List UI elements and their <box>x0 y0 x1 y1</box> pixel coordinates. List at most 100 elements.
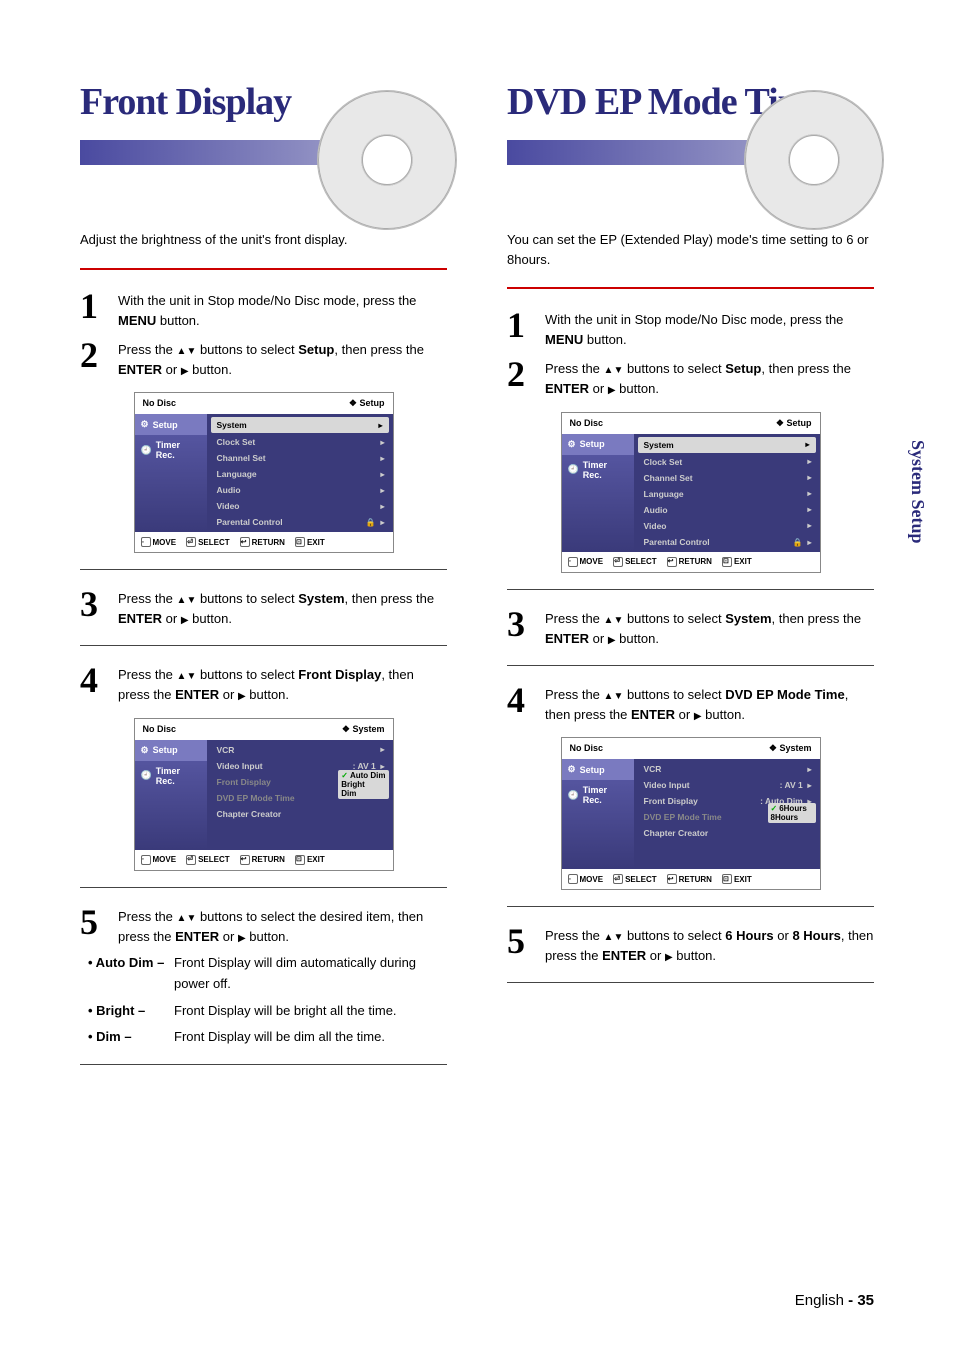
step-number: 4 <box>507 682 533 725</box>
osd-side-timer: Timer Rec. <box>135 435 207 465</box>
select-key-icon: ⏎ <box>186 537 196 547</box>
right-intro: You can set the EP (Extended Play) mode'… <box>507 230 874 269</box>
page-number: English - 35 <box>795 1292 874 1309</box>
option-bullets: • Auto Dim – Front Display will dim auto… <box>80 953 447 1048</box>
left-header: Front Display <box>80 80 447 210</box>
select-key-icon: ⏎ <box>613 557 623 567</box>
divider <box>507 906 874 907</box>
clock-icon <box>141 445 152 456</box>
select-key-icon: ⏎ <box>186 855 196 865</box>
bullet-bright: • Bright – Front Display will be bright … <box>88 1001 447 1022</box>
osd-side-setup: Setup <box>135 740 207 761</box>
down-icon <box>186 342 196 357</box>
osd-hints: ◦MOVE ⏎SELECT ↩RETURN ⊡EXIT <box>562 552 820 572</box>
osd-system-screenshot: No Disc System Setup Timer Rec. VCR▸ Vid… <box>561 737 821 890</box>
osd-main: VCR▸ Video Input: AV 1 ▸ Front Display D… <box>207 740 393 850</box>
divider <box>80 1064 447 1065</box>
step-text: Press the buttons to select Setup, then … <box>545 356 874 399</box>
right-header: DVD EP Mode Time <box>507 80 874 210</box>
osd-sidebar: Setup Timer Rec. <box>135 414 207 532</box>
step-number: 2 <box>507 356 533 399</box>
up-icon <box>604 687 614 702</box>
return-key-icon: ↩ <box>667 874 677 884</box>
osd-system-screenshot: No Disc System Setup Timer Rec. VCR▸ Vid… <box>134 718 394 871</box>
disc-icon <box>317 90 457 230</box>
osd-main: System▸ Clock Set▸ Channel Set▸ Language… <box>634 434 820 552</box>
osd-row-video: Video▸ <box>634 518 820 534</box>
divider <box>507 287 874 289</box>
gear-icon <box>568 439 576 450</box>
bullet-auto-dim: • Auto Dim – Front Display will dim auto… <box>88 953 447 995</box>
step-text: Press the buttons to select Setup, then … <box>118 337 447 380</box>
left-intro: Adjust the brightness of the unit's fron… <box>80 230 447 250</box>
osd-sidebar: Setup Timer Rec. <box>562 434 634 552</box>
osd-title-right: System <box>769 743 812 754</box>
osd-popup: 6Hours 8Hours <box>768 803 816 823</box>
left-column: Front Display Adjust the brightness of t… <box>80 80 447 1081</box>
exit-key-icon: ⊡ <box>722 874 732 884</box>
osd-row-chapter: Chapter Creator <box>634 825 820 841</box>
down-icon <box>186 909 196 924</box>
up-icon <box>177 591 187 606</box>
osd-title-right: System <box>342 724 385 735</box>
exit-key-icon: ⊡ <box>722 557 732 567</box>
step-5: 5 Press the buttons to select the desire… <box>80 904 447 947</box>
osd-main: System▸ Clock Set▸ Channel Set▸ Language… <box>207 414 393 532</box>
check-icon <box>771 804 780 813</box>
right-icon <box>694 707 702 722</box>
osd-row-chapter: Chapter Creator <box>207 806 393 822</box>
osd-title-left: No Disc <box>143 724 177 735</box>
step-number: 1 <box>80 288 106 331</box>
step-number: 2 <box>80 337 106 380</box>
clock-icon <box>568 464 579 475</box>
up-icon <box>177 342 187 357</box>
section-tab: System Setup <box>907 440 928 544</box>
osd-row-audio: Audio▸ <box>207 482 393 498</box>
up-icon <box>177 667 187 682</box>
osd-side-setup: Setup <box>562 759 634 780</box>
osd-row-channel: Channel Set▸ <box>207 450 393 466</box>
gear-icon <box>141 419 149 430</box>
divider <box>80 645 447 646</box>
osd-row-audio: Audio▸ <box>634 502 820 518</box>
step-3: 3 Press the buttons to select System, th… <box>507 606 874 649</box>
move-key-icon: ◦ <box>141 855 151 865</box>
osd-row-video-input: Video Input: AV 1 ▸ <box>634 777 820 793</box>
osd-title-right: Setup <box>776 418 812 429</box>
clock-icon <box>141 770 152 781</box>
step-2: 2 Press the buttons to select Setup, the… <box>507 356 874 399</box>
step-number: 3 <box>80 586 106 629</box>
osd-hints: ◦MOVE ⏎SELECT ↩RETURN ⊡EXIT <box>135 850 393 870</box>
step-number: 5 <box>80 904 106 947</box>
right-icon <box>665 948 673 963</box>
lock-icon <box>366 517 376 527</box>
bullet-dim: • Dim – Front Display will be dim all th… <box>88 1027 447 1048</box>
divider <box>80 268 447 270</box>
down-icon <box>613 928 623 943</box>
osd-row-language: Language▸ <box>634 486 820 502</box>
down-icon <box>186 667 196 682</box>
osd-row-vcr: VCR▸ <box>207 742 393 758</box>
osd-row-parental: Parental Control ▸ <box>634 534 820 550</box>
disc-icon <box>744 90 884 230</box>
right-icon <box>608 381 616 396</box>
step-text: Press the buttons to select DVD EP Mode … <box>545 682 874 725</box>
osd-row-channel: Channel Set▸ <box>634 470 820 486</box>
lock-icon <box>793 537 803 547</box>
step-2: 2 Press the buttons to select Setup, the… <box>80 337 447 380</box>
move-key-icon: ◦ <box>568 874 578 884</box>
up-icon <box>177 909 187 924</box>
diamond-icon <box>349 398 357 408</box>
osd-side-timer: Timer Rec. <box>562 780 634 810</box>
osd-row-video: Video▸ <box>207 498 393 514</box>
step-number: 3 <box>507 606 533 649</box>
step-4: 4 Press the buttons to select DVD EP Mod… <box>507 682 874 725</box>
exit-key-icon: ⊡ <box>295 855 305 865</box>
down-icon <box>186 591 196 606</box>
right-icon <box>181 362 189 377</box>
diamond-icon <box>342 724 350 734</box>
clock-icon <box>568 790 579 801</box>
divider <box>80 569 447 570</box>
osd-side-timer: Timer Rec. <box>562 455 634 485</box>
osd-side-timer: Timer Rec. <box>135 761 207 791</box>
